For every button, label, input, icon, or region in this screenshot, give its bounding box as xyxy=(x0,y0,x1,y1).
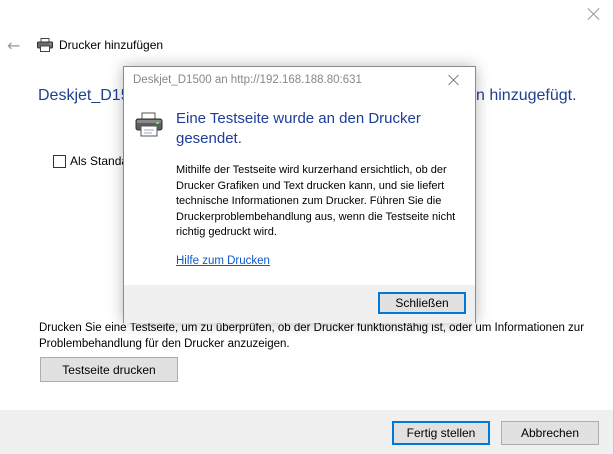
help-printing-link[interactable]: Hilfe zum Drucken xyxy=(176,255,270,267)
default-printer-option[interactable]: Als Standa xyxy=(53,154,128,168)
cancel-button[interactable]: Abbrechen xyxy=(501,421,599,445)
print-test-page-button[interactable]: Testseite drucken xyxy=(40,357,178,382)
wizard-heading-left: Deskjet_D15 xyxy=(38,87,130,104)
test-page-info-text: Drucken Sie eine Testseite, um zu überpr… xyxy=(39,322,585,350)
wizard-titlebar: ← Drucker hinzufügen xyxy=(0,34,613,58)
dialog-body: Eine Testseite wurde an den Drucker gese… xyxy=(124,95,475,285)
dialog-title: Deskjet_D1500 an http://192.168.188.80:6… xyxy=(133,74,362,86)
back-arrow-icon[interactable]: ← xyxy=(7,36,20,55)
default-printer-label: Als Standa xyxy=(70,154,129,168)
wizard-title: Drucker hinzufügen xyxy=(59,38,164,52)
window-close-icon[interactable] xyxy=(583,4,605,26)
dialog-body-text: Mithilfe der Testseite wird kurzerhand e… xyxy=(176,164,456,238)
default-printer-checkbox[interactable] xyxy=(53,154,66,168)
printer-icon xyxy=(135,112,163,137)
dialog-titlebar: Deskjet_D1500 an http://192.168.188.80:6… xyxy=(124,67,475,95)
dialog-heading: Eine Testseite wurde an den Drucker gese… xyxy=(176,110,421,147)
dialog-close-icon[interactable] xyxy=(447,73,461,87)
dialog-footer: Schließen xyxy=(124,285,475,323)
finish-button[interactable]: Fertig stellen xyxy=(392,421,490,445)
wizard-heading-right: n hinzugefügt. xyxy=(476,87,577,104)
test-page-dialog: Deskjet_D1500 an http://192.168.188.80:6… xyxy=(123,66,476,323)
dialog-close-button[interactable]: Schließen xyxy=(378,292,466,314)
printer-icon xyxy=(37,38,53,52)
